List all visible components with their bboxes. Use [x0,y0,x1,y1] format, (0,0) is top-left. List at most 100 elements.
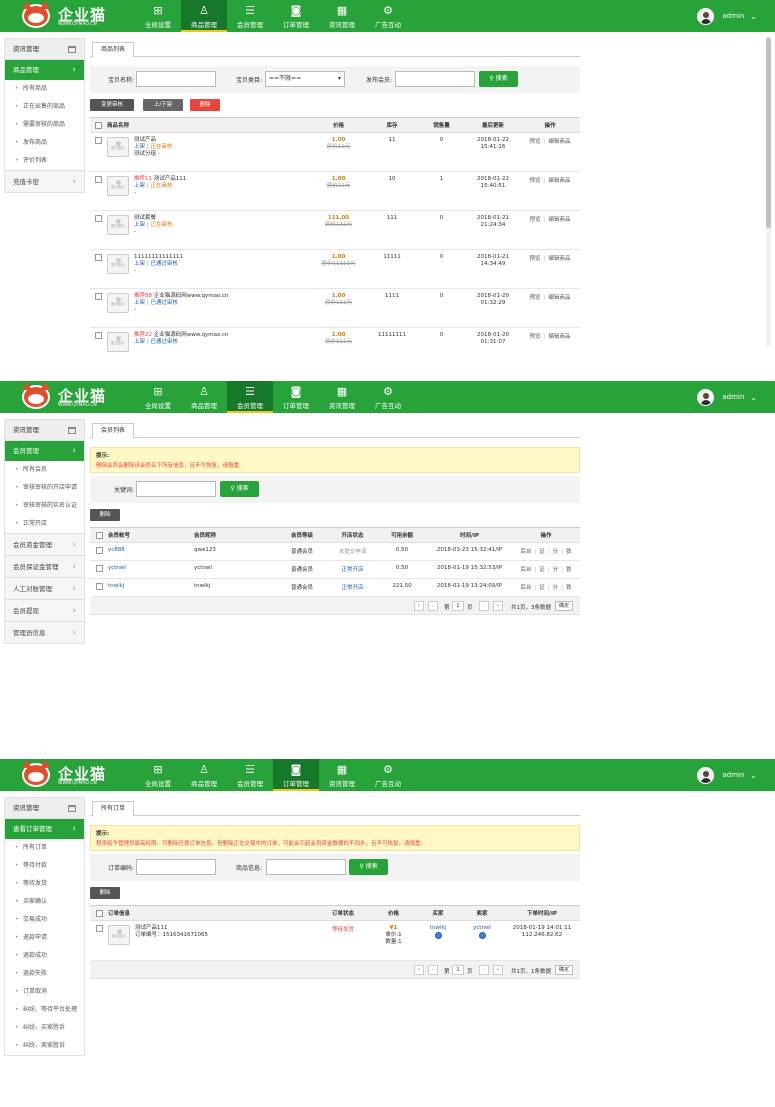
product-title[interactable]: 测试产品 [134,137,156,143]
audit-status[interactable]: 已通过审核 [150,300,178,306]
op-share[interactable]: 分 [553,585,559,591]
sidebar-head[interactable]: 资讯管理 [5,798,84,819]
nav-global-settings[interactable]: ⊞ 全局设置 [135,381,181,413]
preview-link[interactable]: 预览 [530,256,541,262]
last-page-icon[interactable]: » [493,965,503,975]
table-row[interactable]: yctnwl yctnwl 普通会员 正常开店 0.50 2018-01-19 15:32… [90,560,580,579]
sidebar-item-deposit[interactable]: 会员保证金管理 › [5,555,84,577]
row-checkbox[interactable] [90,578,108,597]
user-menu[interactable]: admin ⌄ [697,388,757,406]
sidebar-sub-order-2[interactable]: 等待发货 [5,875,84,893]
sidebar-sub-all-products[interactable]: 所有商品 [5,80,84,98]
name-input[interactable] [136,71,216,87]
sidebar-sub-need-audit[interactable]: 需要审核的商品 [5,116,84,134]
shelf-status[interactable]: 上架 [134,339,145,345]
op-backend[interactable]: 后台 [520,549,531,555]
go-button[interactable]: 确定 [555,965,574,975]
op-cert[interactable]: 证 [539,549,545,555]
table-row[interactable]: 暂无图片推荐11 测试产品111 上架 | 正在审核 -1.00 原价11元 10 1 20… [90,171,580,211]
audit-status[interactable]: 正在审核 [150,144,172,150]
sidebar-sub-realname[interactable]: 审核审核的实名认证 [5,497,84,515]
first-page-icon[interactable]: « [414,601,424,611]
sidebar-sub-order-6[interactable]: 退款成功 [5,947,84,965]
product-title[interactable]: 企业猫源码网www.qymao.cn [154,332,229,338]
table-row[interactable]: 暂无图片推荐88 企业猫源码网www.qymao.cn 上架 | 已通过审核 -1.… [90,288,580,328]
seller-name[interactable]: yctnwl [473,925,491,931]
sidebar-sub-order-3[interactable]: 买家确认 [5,893,84,911]
sidebar-item-reconcile[interactable]: 人工对账管理 › [5,577,84,599]
row-checkbox[interactable] [90,560,108,579]
product-title[interactable]: 测试套餐 [134,215,156,221]
shelf-toggle-button[interactable]: 上/下架 [143,99,183,111]
shop-status[interactable]: 未提交申请 [328,542,377,561]
product-title[interactable]: 11111111111111 [134,254,183,260]
preview-link[interactable]: 预览 [530,178,541,184]
sidebar-sub-reviews[interactable]: 评价列表 [5,152,84,170]
sidebar-sub-shop-apply[interactable]: 审核审核的开店申请 [5,479,84,497]
order-title[interactable]: 测试产品111 [135,925,168,931]
edit-link[interactable]: 编辑商品 [548,334,570,340]
edit-link[interactable]: 编辑商品 [548,256,570,262]
sidebar-head[interactable]: 资讯管理 [5,420,84,441]
member-input[interactable] [395,71,475,87]
sidebar-item-cards[interactable]: 充值卡密 › [5,170,84,192]
shop-status[interactable]: 正常开店 [328,578,377,597]
tab-all-orders[interactable]: 所有订单 [92,801,135,817]
shelf-status[interactable]: 上架 [134,222,145,228]
nav-members[interactable]: ☰ 会员管理 [227,759,273,791]
nav-ads[interactable]: ⚙ 广告互动 [365,381,411,413]
edit-link[interactable]: 编辑商品 [548,295,570,301]
next-page-icon[interactable]: › [479,965,489,975]
shelf-status[interactable]: 上架 [134,300,145,306]
audit-status[interactable]: 已通过审核 [150,261,178,267]
select-all[interactable] [90,905,108,921]
nav-news[interactable]: ▦ 资讯管理 [319,0,365,32]
row-checkbox[interactable] [90,132,107,172]
shelf-status[interactable]: 上架 [134,144,145,150]
search-button[interactable]: ⚲ 搜索 [349,859,388,875]
nav-global-settings[interactable]: ⊞ 全局设置 [135,0,181,32]
qq-icon[interactable] [478,932,486,939]
nav-ads[interactable]: ⚙ 广告互动 [365,759,411,791]
sidebar-sub-order-7[interactable]: 退款失败 [5,965,84,983]
op-iron[interactable]: 铁 [566,567,572,573]
audit-status[interactable]: 正在审核 [150,183,172,189]
preview-link[interactable]: 预览 [530,295,541,301]
nav-global-settings[interactable]: ⊞ 全局设置 [135,759,181,791]
search-button[interactable]: ⚲ 搜索 [220,481,259,497]
table-row[interactable]: yc888 qwe123 普通会员 未提交申请 0.50 2018-03-23 15:32… [90,542,580,561]
preview-link[interactable]: 预览 [530,217,541,223]
change-audit-button[interactable]: 变更审核 [90,99,134,111]
table-row[interactable]: 暂无图片 11111111111111 上架 | 已通过审核 -1.00 原价1111… [90,249,580,289]
table-row[interactable]: tnwlkj tnwlkj 普通会员 正常开店 221.50 2018-01-19 13:… [90,578,580,597]
op-backend[interactable]: 后台 [520,567,531,573]
user-menu[interactable]: admin ⌄ [697,7,757,25]
edit-link[interactable]: 编辑商品 [548,178,570,184]
row-checkbox[interactable] [90,327,107,356]
nav-products[interactable]: ♙ 商品管理 [181,759,227,791]
sidebar-sub-order-4[interactable]: 交易成功 [5,911,84,929]
op-iron[interactable]: 铁 [566,585,572,591]
page-input[interactable]: 1 [452,601,464,611]
prev-page-icon[interactable]: ‹ [428,601,438,611]
sidebar-sub-order-10[interactable]: 纠纷、买家胜诉 [5,1019,84,1037]
sidebar-item-orders[interactable]: 查看订单管理 › [5,819,84,839]
sidebar-sub-open-shops[interactable]: 正常开店 [5,515,84,533]
search-button[interactable]: ⚲ 搜索 [479,71,518,87]
nav-ads[interactable]: ⚙ 广告互动 [365,0,411,32]
next-page-icon[interactable]: › [479,601,489,611]
delete-button[interactable]: 删除 [190,99,220,111]
last-page-icon[interactable]: » [493,601,503,611]
delete-button[interactable]: 删除 [90,509,120,521]
sidebar-item-products[interactable]: 商品管理 › [5,60,84,80]
edit-link[interactable]: 编辑商品 [548,139,570,145]
member-account[interactable]: tnwlkj [108,578,194,597]
op-cert[interactable]: 证 [539,567,545,573]
sidebar-sub-order-1[interactable]: 等待付款 [5,857,84,875]
shop-status[interactable]: 正常开店 [328,560,377,579]
member-account[interactable]: yc888 [108,542,194,561]
category-select[interactable]: ==不限== ▾ [265,71,345,87]
table-row[interactable]: 暂无图片推荐22 企业猫源码网www.qymao.cn 上架 | 已通过审核 1.0… [90,327,580,356]
op-iron[interactable]: 铁 [566,549,572,555]
order-no-input[interactable] [136,859,216,875]
